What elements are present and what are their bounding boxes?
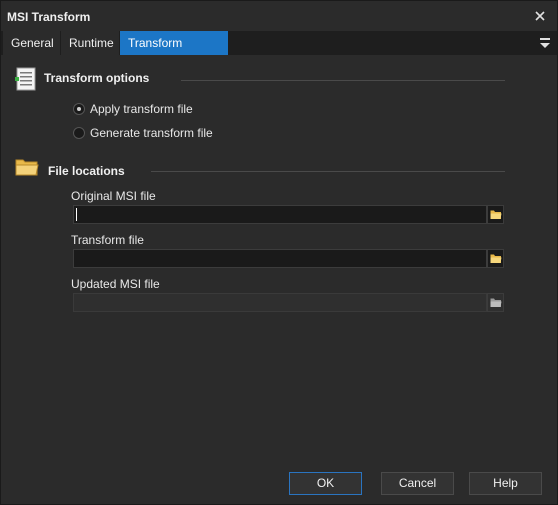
folder-browse-icon <box>490 298 502 307</box>
text-cursor <box>76 208 77 221</box>
radio-button[interactable] <box>73 127 85 139</box>
tab-bar: General Runtime Transform Options <box>1 31 557 74</box>
original-msi-input[interactable] <box>73 205 487 224</box>
generate-transform-label: Generate transform file <box>90 126 213 140</box>
original-msi-label: Original MSI file <box>71 189 156 203</box>
radio-checked-dot <box>77 107 81 111</box>
close-icon <box>535 11 545 21</box>
updated-msi-label: Updated MSI file <box>71 277 160 291</box>
options-list-icon <box>15 67 36 91</box>
help-button[interactable]: Help <box>469 472 542 495</box>
cancel-button[interactable]: Cancel <box>381 472 454 495</box>
updated-msi-input <box>73 293 487 312</box>
title-bar: MSI Transform <box>1 1 557 31</box>
tab-content: Transform options Apply transform file G… <box>1 55 557 504</box>
section-divider <box>181 80 505 81</box>
transform-file-input[interactable] <box>73 249 487 268</box>
section-divider <box>151 171 505 172</box>
folder-browse-icon <box>490 210 502 219</box>
folder-icon <box>15 159 39 176</box>
radio-button[interactable] <box>73 103 85 115</box>
updated-msi-browse-button <box>487 293 504 312</box>
original-msi-browse-button[interactable] <box>487 205 504 224</box>
tab-general[interactable]: General <box>3 31 61 55</box>
transform-file-browse-button[interactable] <box>487 249 504 268</box>
file-locations-heading: File locations <box>48 164 125 178</box>
transform-file-label: Transform file <box>71 233 144 247</box>
folder-browse-icon <box>490 254 502 263</box>
transform-options-heading: Transform options <box>44 71 150 85</box>
tab-runtime[interactable]: Runtime <box>61 31 120 55</box>
tab-menu-button[interactable] <box>539 36 551 50</box>
dialog-window: MSI Transform General Runtime Transform … <box>0 0 558 505</box>
ok-button[interactable]: OK <box>289 472 362 495</box>
window-title: MSI Transform <box>7 10 91 24</box>
menu-dropdown-icon <box>540 38 550 48</box>
apply-transform-label: Apply transform file <box>90 102 193 116</box>
tab-transform-options[interactable]: Transform Options <box>120 31 229 74</box>
close-button[interactable] <box>531 7 549 25</box>
